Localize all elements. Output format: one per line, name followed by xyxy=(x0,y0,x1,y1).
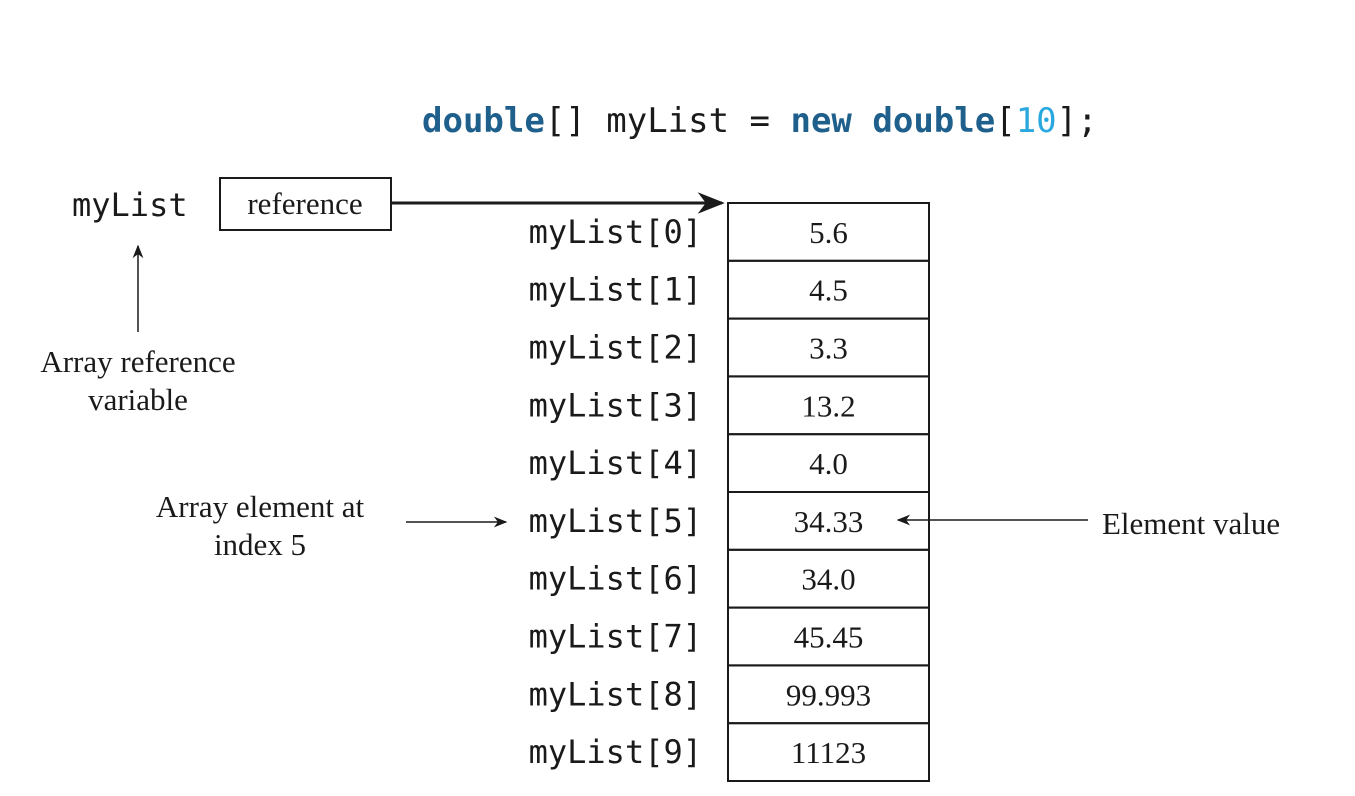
annotation-element-value: Element value xyxy=(1102,506,1280,541)
array-value-5: 34.33 xyxy=(794,504,864,539)
array-index-label-1: myList[1] xyxy=(529,271,702,309)
array-value-6: 34.0 xyxy=(801,562,855,597)
array-value-1: 4.5 xyxy=(809,273,848,308)
array-cells: 5.6 myList[0] 4.5 myList[1] 3.3 myList[2] 13.2… xyxy=(529,202,930,783)
size-close: ]; xyxy=(1057,101,1098,141)
array-diagram: double[] myList = new double[10]; myList… xyxy=(40,101,1280,783)
array-index-label-5: myList[5] xyxy=(529,502,702,540)
reference-variable-label: myList xyxy=(72,186,188,224)
array-value-4: 4.0 xyxy=(809,446,848,481)
array-value-3: 13.2 xyxy=(801,388,855,423)
array-index-label-2: myList[2] xyxy=(529,329,702,367)
reference-box-label: reference xyxy=(247,186,362,221)
keyword-double: double xyxy=(422,101,545,141)
array-index-label-4: myList[4] xyxy=(529,444,702,482)
declaration-code: double[] myList = new double[10]; xyxy=(422,101,1098,141)
array-index-label-8: myList[8] xyxy=(529,675,702,713)
annotation-element-line1: Array element at xyxy=(156,489,365,524)
array-index-label-9: myList[9] xyxy=(529,733,702,771)
array-index-label-3: myList[3] xyxy=(529,386,702,424)
array-value-9: 11123 xyxy=(791,735,866,770)
array-value-0: 5.6 xyxy=(809,215,848,250)
array-size: 10 xyxy=(1016,101,1057,141)
keyword-double-2: double xyxy=(872,101,995,141)
keyword-new: new xyxy=(790,101,852,141)
array-index-label-7: myList[7] xyxy=(529,618,702,656)
size-open: [ xyxy=(995,101,1015,141)
brackets: [] xyxy=(545,101,586,141)
array-value-2: 3.3 xyxy=(809,331,848,366)
annotation-reference-line1: Array reference xyxy=(40,344,235,379)
annotation-reference-line2: variable xyxy=(88,382,188,417)
annotation-element-line2: index 5 xyxy=(214,527,306,562)
variable-assign: myList = xyxy=(586,101,791,141)
array-index-label-6: myList[6] xyxy=(529,560,702,598)
array-index-label-0: myList[0] xyxy=(529,213,702,251)
array-value-8: 99.993 xyxy=(786,677,871,712)
array-value-7: 45.45 xyxy=(794,620,864,655)
